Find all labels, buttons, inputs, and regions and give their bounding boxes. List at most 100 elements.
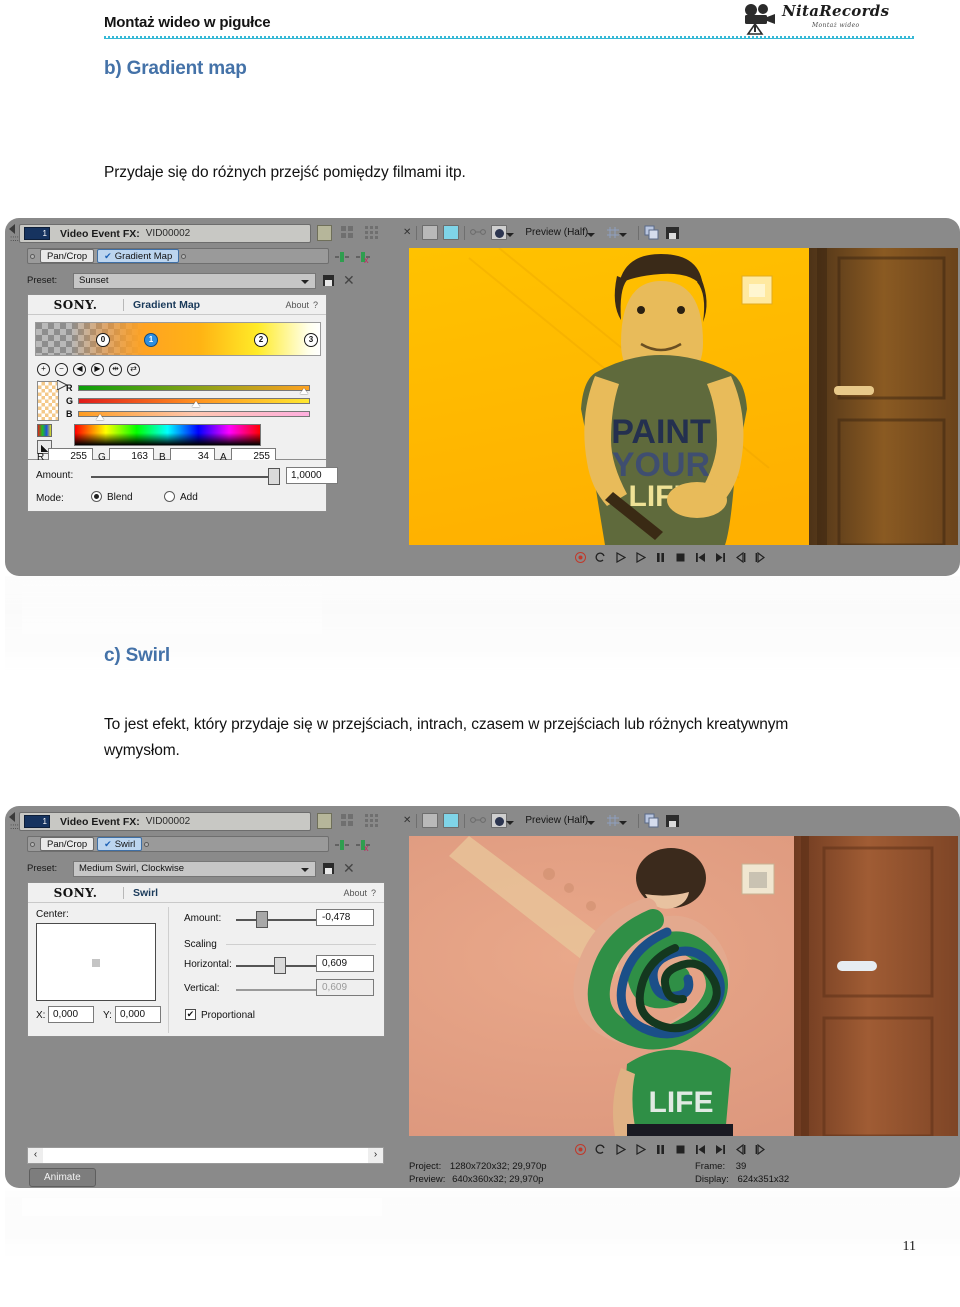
channel-thumb-b[interactable] <box>96 414 104 420</box>
step-forward-icon[interactable] <box>755 552 766 563</box>
drag-handle[interactable]: :::::: <box>10 823 23 884</box>
amount-slider-thumb[interactable] <box>256 911 268 928</box>
animate-button[interactable]: Animate <box>29 1168 96 1187</box>
add-plugin-icon[interactable] <box>335 839 349 851</box>
collapse-arrow-icon[interactable] <box>9 224 15 234</box>
play-icon[interactable] <box>635 1144 646 1155</box>
move-left-icon[interactable]: ◀ <box>73 363 86 376</box>
overlays-icon[interactable] <box>491 813 508 828</box>
channel-bar-r[interactable] <box>78 385 310 391</box>
mode-radio-blend[interactable] <box>91 491 102 502</box>
copy-snapshot-icon[interactable] <box>644 813 660 828</box>
pause-icon[interactable] <box>655 1144 666 1155</box>
plugin-chip-pan-crop[interactable]: Pan/Crop <box>40 249 95 263</box>
add-plugin-icon[interactable] <box>335 251 349 263</box>
stop-icon[interactable] <box>675 1144 686 1155</box>
loop-icon[interactable] <box>595 1144 606 1155</box>
save-preset-icon[interactable] <box>323 275 334 286</box>
external-monitor-icon[interactable] <box>443 813 460 828</box>
about-link[interactable]: About <box>285 300 309 310</box>
channel-bar-b[interactable] <box>78 411 310 417</box>
play-half-icon[interactable] <box>615 552 626 563</box>
preset-combobox[interactable]: Medium Swirl, Clockwise <box>73 860 316 877</box>
close-icon[interactable]: ✕ <box>403 815 411 826</box>
remove-plugin-icon[interactable]: x <box>356 839 370 851</box>
chevron-down-icon[interactable] <box>506 232 515 237</box>
chevron-down-icon[interactable] <box>506 820 515 825</box>
grid-small-icon[interactable] <box>341 226 354 239</box>
chevron-down-icon[interactable] <box>619 232 628 237</box>
delete-preset-icon[interactable]: ✕ <box>343 861 355 875</box>
select-tool-icon[interactable] <box>422 813 439 828</box>
plugin-chain-icon[interactable] <box>317 813 332 829</box>
collapse-arrow-icon[interactable] <box>9 812 15 822</box>
record-icon[interactable] <box>575 1144 586 1155</box>
horizontal-field[interactable]: 0,609 <box>316 955 374 972</box>
color-picker-icon[interactable] <box>37 424 52 437</box>
about-link[interactable]: About <box>343 888 367 898</box>
split-screen-icon[interactable] <box>470 814 487 827</box>
center-pad[interactable] <box>36 923 156 1001</box>
amount-field[interactable]: 1,0000 <box>286 467 338 484</box>
save-snapshot-icon[interactable] <box>665 814 680 828</box>
save-preset-icon[interactable] <box>323 863 334 874</box>
preset-combobox[interactable]: Sunset <box>73 272 316 289</box>
distribute-icon[interactable]: ⇹ <box>109 363 122 376</box>
remove-plugin-icon[interactable]: x <box>356 251 370 263</box>
pause-icon[interactable] <box>655 552 666 563</box>
gradient-stop-0[interactable]: 0 <box>96 333 110 347</box>
play-half-icon[interactable] <box>615 1144 626 1155</box>
loop-icon[interactable] <box>595 552 606 563</box>
grid-small-icon[interactable] <box>341 814 354 827</box>
plugin-chain-icon[interactable] <box>317 225 332 241</box>
step-back-icon[interactable] <box>735 1144 746 1155</box>
channel-thumb-r[interactable] <box>300 388 308 394</box>
flip-icon[interactable]: ⇄ <box>127 363 140 376</box>
preview-quality-label[interactable]: Preview (Half) <box>525 227 588 238</box>
grid-large-icon[interactable] <box>365 814 378 827</box>
overlays-icon[interactable] <box>491 225 508 240</box>
close-icon[interactable]: ✕ <box>403 227 411 238</box>
gradient-stop-2[interactable]: 2 <box>254 333 268 347</box>
preview-quality-label[interactable]: Preview (Half) <box>525 815 588 826</box>
help-icon[interactable]: ? <box>371 888 376 898</box>
next-icon[interactable] <box>715 1144 726 1155</box>
previous-icon[interactable] <box>695 1144 706 1155</box>
horizontal-slider-thumb[interactable] <box>274 957 286 974</box>
amount-field[interactable]: -0,478 <box>316 909 374 926</box>
select-tool-icon[interactable] <box>422 225 439 240</box>
chevron-down-icon[interactable] <box>587 232 596 237</box>
amount-slider-thumb[interactable] <box>268 468 280 485</box>
save-snapshot-icon[interactable] <box>665 226 680 240</box>
chevron-down-icon[interactable] <box>587 820 596 825</box>
add-stop-icon[interactable]: + <box>37 363 50 376</box>
scroll-left-button[interactable]: ‹ <box>28 1148 43 1163</box>
gradient-stop-1[interactable]: 1 <box>144 333 158 347</box>
grid-overlay-icon[interactable] <box>606 226 620 239</box>
remove-stop-icon[interactable]: − <box>55 363 68 376</box>
previous-icon[interactable] <box>695 552 706 563</box>
gradient-stop-3[interactable]: 3 <box>304 333 318 347</box>
plugin-chip-gradient-map[interactable]: ✔ Gradient Map <box>97 249 180 263</box>
external-monitor-icon[interactable] <box>443 225 460 240</box>
delete-preset-icon[interactable]: ✕ <box>343 273 355 287</box>
record-icon[interactable] <box>575 552 586 563</box>
gradient-strip[interactable]: 0 1 2 3 <box>35 322 321 356</box>
hue-saturation-field[interactable] <box>74 424 261 446</box>
plugin-chip-pan-crop[interactable]: Pan/Crop <box>40 837 95 851</box>
grid-overlay-icon[interactable] <box>606 814 620 827</box>
chevron-down-icon[interactable] <box>619 820 628 825</box>
play-icon[interactable] <box>635 552 646 563</box>
stop-icon[interactable] <box>675 552 686 563</box>
center-x-field[interactable]: 0,000 <box>48 1006 94 1023</box>
grid-large-icon[interactable] <box>365 226 378 239</box>
plugin-chip-swirl[interactable]: ✔ Swirl <box>97 837 143 851</box>
step-forward-icon[interactable] <box>755 1144 766 1155</box>
timeline-scrollbar[interactable]: ‹ › <box>27 1147 384 1164</box>
center-handle[interactable] <box>92 959 100 967</box>
amount-slider-track[interactable] <box>91 476 276 478</box>
split-screen-icon[interactable] <box>470 226 487 239</box>
move-right-icon[interactable]: ▶ <box>91 363 104 376</box>
proportional-checkbox[interactable]: ✔ <box>185 1009 196 1020</box>
scroll-right-button[interactable]: › <box>368 1148 383 1163</box>
